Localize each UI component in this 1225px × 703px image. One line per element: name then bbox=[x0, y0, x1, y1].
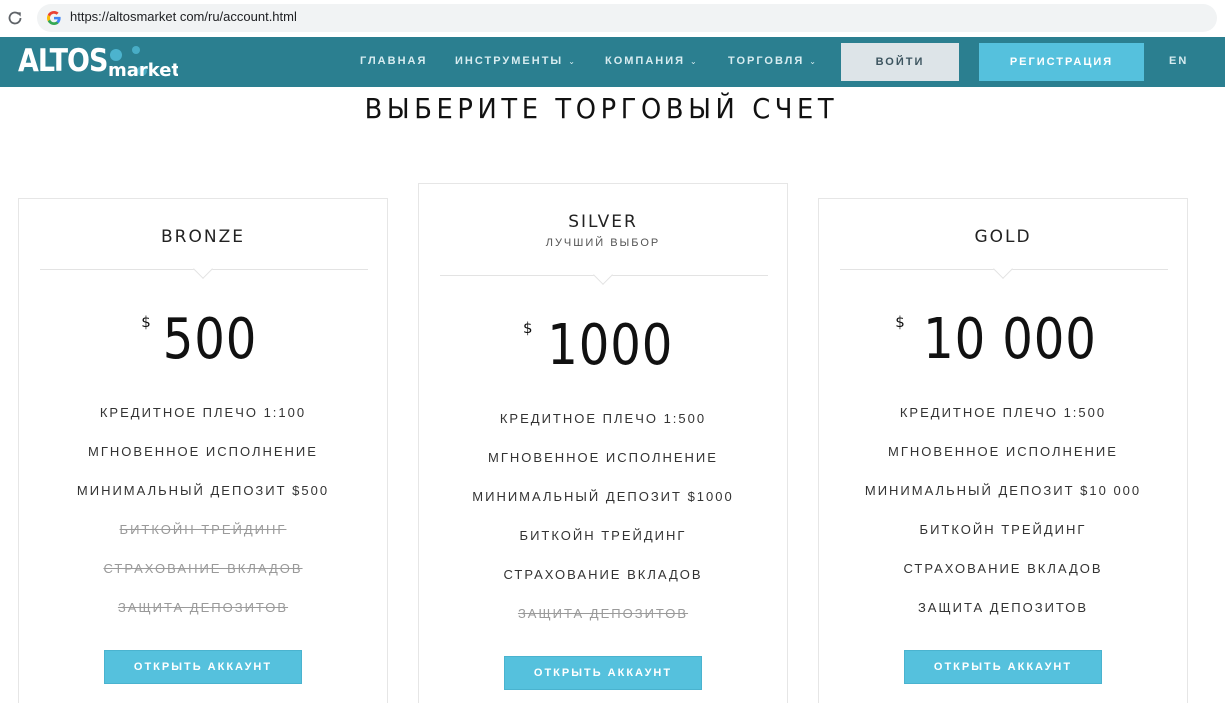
feature-leverage: КРЕДИТНОЕ ПЛЕЧО 1:500 bbox=[899, 405, 1107, 420]
nav-item-trading-label: ТОРГОВЛЯ bbox=[728, 55, 805, 67]
feature-deposit-protection: ЗАЩИТА ДЕПОЗИТОВ bbox=[117, 600, 289, 615]
nav-item-trading[interactable]: ТОРГОВЛЯ ⌄ bbox=[728, 55, 818, 67]
nav-item-home-label: ГЛАВНАЯ bbox=[360, 55, 428, 67]
nav-item-instruments-label: ИНСТРУМЕНТЫ bbox=[455, 55, 564, 67]
feature-min-deposit: МИНИМАЛЬНЫЙ ДЕПОЗИТ $1000 bbox=[472, 489, 734, 504]
open-account-button[interactable]: ОТКРЫТЬ АККАУНТ bbox=[504, 656, 702, 690]
price-amount: 500 bbox=[162, 307, 258, 372]
feature-instant-execution: МГНОВЕННОЕ ИСПОЛНЕНИЕ bbox=[888, 444, 1118, 459]
register-button[interactable]: РЕГИСТРАЦИЯ bbox=[979, 43, 1144, 81]
divider-notch bbox=[193, 259, 213, 279]
feature-min-deposit: МИНИМАЛЬНЫЙ ДЕПОЗИТ $10 000 bbox=[864, 483, 1142, 498]
plan-card-bronze: BRONZE $500 КРЕДИТНОЕ ПЛЕЧО 1:100 МГНОВЕ… bbox=[18, 198, 388, 703]
site-navbar: ALTOS market ГЛАВНАЯ ИНСТРУМЕНТЫ ⌄ КОМПАН… bbox=[0, 37, 1225, 87]
nav-item-company[interactable]: КОМПАНИЯ ⌄ bbox=[605, 55, 699, 67]
plan-subtitle: ЛУЧШИЙ ВЫБОР bbox=[545, 237, 661, 249]
page-title: ВЫБЕРИТЕ ТОРГОВЫЙ СЧЕТ bbox=[364, 92, 839, 125]
feature-bitcoin-trading: БИТКОЙН ТРЕЙДИНГ bbox=[919, 522, 1087, 537]
price-amount: 1000 bbox=[546, 313, 673, 378]
currency-symbol: $ bbox=[895, 313, 905, 331]
currency-symbol: $ bbox=[141, 313, 151, 331]
feature-deposit-protection: ЗАЩИТА ДЕПОЗИТОВ bbox=[917, 600, 1089, 615]
browser-bar: https://altosmarket com/ru/account.html bbox=[0, 0, 1225, 37]
plan-price: $500 bbox=[19, 307, 387, 372]
divider-notch bbox=[593, 265, 613, 285]
plan-name: SILVER bbox=[568, 212, 638, 232]
feature-instant-execution: МГНОВЕННОЕ ИСПОЛНЕНИЕ bbox=[88, 444, 318, 459]
feature-instant-execution: МГНОВЕННОЕ ИСПОЛНЕНИЕ bbox=[488, 450, 718, 465]
plan-card-gold: GOLD $10 000 КРЕДИТНОЕ ПЛЕЧО 1:500 МГНОВ… bbox=[818, 198, 1188, 703]
feature-deposit-insurance: СТРАХОВАНИЕ ВКЛАДОВ bbox=[103, 561, 303, 576]
nav-item-instruments[interactable]: ИНСТРУМЕНТЫ ⌄ bbox=[455, 55, 577, 67]
feature-leverage: КРЕДИТНОЕ ПЛЕЧО 1:500 bbox=[499, 411, 707, 426]
chevron-down-icon: ⌄ bbox=[809, 57, 818, 66]
chevron-down-icon: ⌄ bbox=[690, 57, 699, 66]
feature-leverage: КРЕДИТНОЕ ПЛЕЧО 1:100 bbox=[99, 405, 307, 420]
login-button[interactable]: ВОЙТИ bbox=[841, 43, 959, 81]
open-account-button[interactable]: ОТКРЫТЬ АККАУНТ bbox=[104, 650, 302, 684]
currency-symbol: $ bbox=[522, 319, 533, 337]
feature-deposit-insurance: СТРАХОВАНИЕ ВКЛАДОВ bbox=[903, 561, 1103, 576]
feature-deposit-insurance: СТРАХОВАНИЕ ВКЛАДОВ bbox=[503, 567, 703, 582]
price-amount: 10 000 bbox=[922, 307, 1097, 372]
divider-notch bbox=[993, 259, 1013, 279]
url-text[interactable]: https://altosmarket com/ru/account.html bbox=[70, 9, 297, 24]
svg-text:market: market bbox=[108, 60, 178, 81]
open-account-button[interactable]: ОТКРЫТЬ АККАУНТ bbox=[904, 650, 1102, 684]
feature-bitcoin-trading: БИТКОЙН ТРЕЙДИНГ bbox=[119, 522, 287, 537]
feature-bitcoin-trading: БИТКОЙН ТРЕЙДИНГ bbox=[519, 528, 687, 543]
plan-name: GOLD bbox=[974, 227, 1032, 247]
nav-item-company-label: КОМПАНИЯ bbox=[605, 55, 686, 67]
feature-deposit-protection: ЗАЩИТА ДЕПОЗИТОВ bbox=[517, 606, 689, 621]
altos-market-logo[interactable]: ALTOS market bbox=[18, 41, 178, 83]
svg-text:ALTOS: ALTOS bbox=[18, 42, 107, 78]
nav-item-home[interactable]: ГЛАВНАЯ bbox=[360, 55, 427, 67]
feature-min-deposit: МИНИМАЛЬНЫЙ ДЕПОЗИТ $500 bbox=[76, 483, 330, 498]
chevron-down-icon: ⌄ bbox=[568, 57, 577, 66]
plan-card-silver: SILVER ЛУЧШИЙ ВЫБОР $1000 КРЕДИТНОЕ ПЛЕЧ… bbox=[418, 183, 788, 703]
plan-price: $1000 bbox=[419, 313, 787, 378]
plan-price: $10 000 bbox=[819, 307, 1187, 372]
plan-name: BRONZE bbox=[161, 227, 245, 247]
language-switch[interactable]: EN bbox=[1169, 55, 1188, 67]
reload-icon[interactable] bbox=[6, 9, 24, 27]
google-icon bbox=[47, 11, 61, 25]
